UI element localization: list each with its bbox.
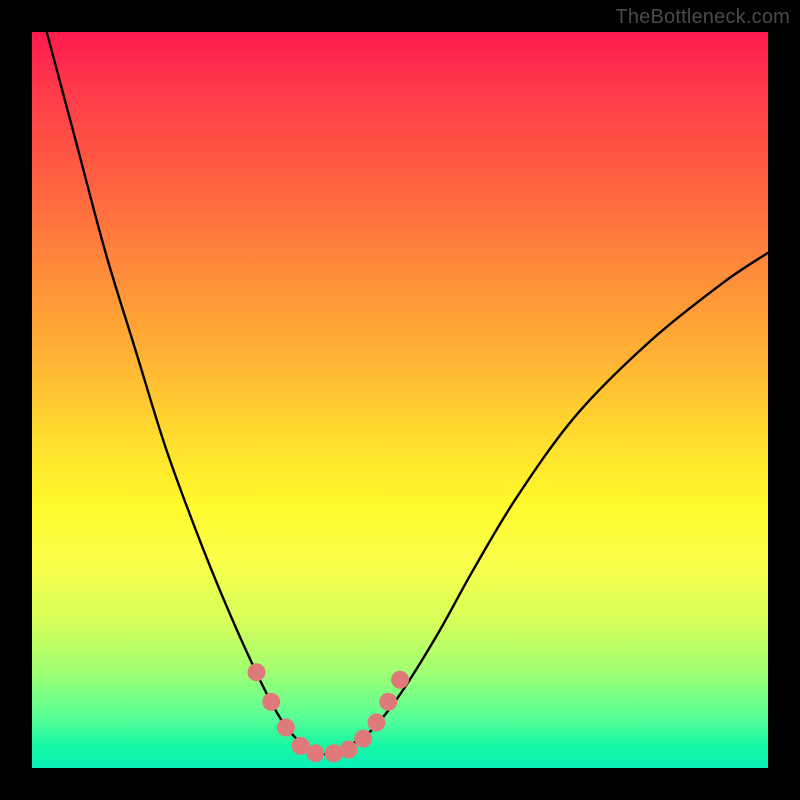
curve-marker (262, 693, 280, 711)
curve-marker (379, 693, 397, 711)
curve-marker (340, 741, 358, 759)
curve-marker (391, 671, 409, 689)
plot-area (32, 32, 768, 768)
curve-marker (354, 730, 372, 748)
curve-marker (367, 713, 385, 731)
chart-frame: TheBottleneck.com (0, 0, 800, 800)
curve-marker (306, 744, 324, 762)
curve-layer (32, 32, 768, 768)
curve-marker (248, 663, 266, 681)
bottleneck-curve (47, 32, 768, 754)
attribution-text: TheBottleneck.com (615, 6, 790, 29)
marker-layer (248, 663, 410, 762)
curve-marker (277, 719, 295, 737)
